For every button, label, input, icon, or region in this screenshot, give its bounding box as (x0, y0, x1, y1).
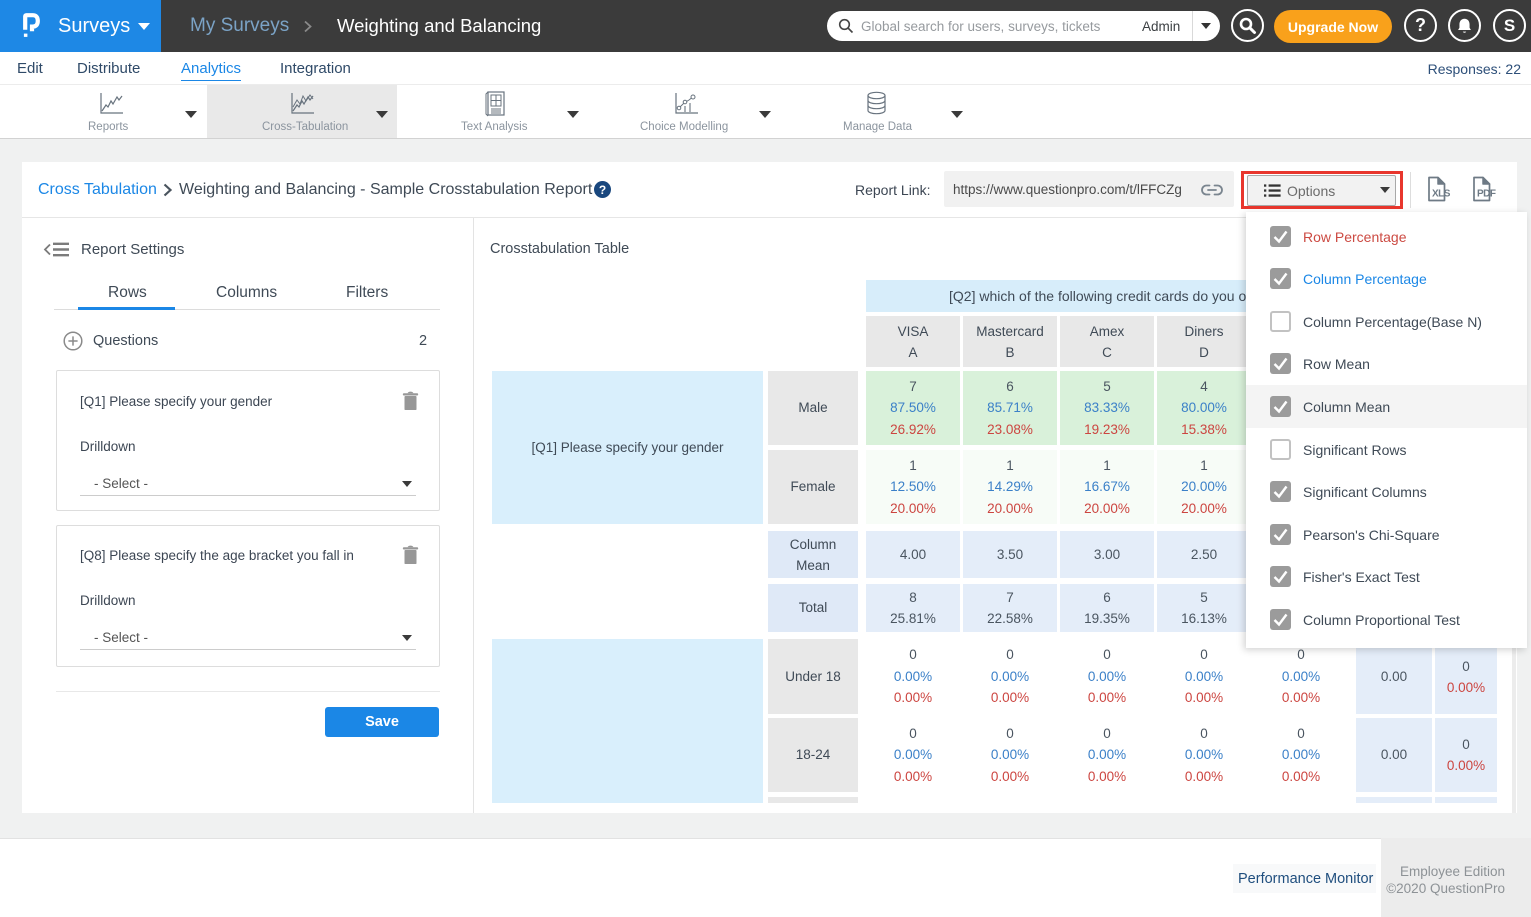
svg-text:PDF: PDF (1477, 189, 1496, 200)
svg-text:XLS: XLS (1432, 189, 1451, 200)
